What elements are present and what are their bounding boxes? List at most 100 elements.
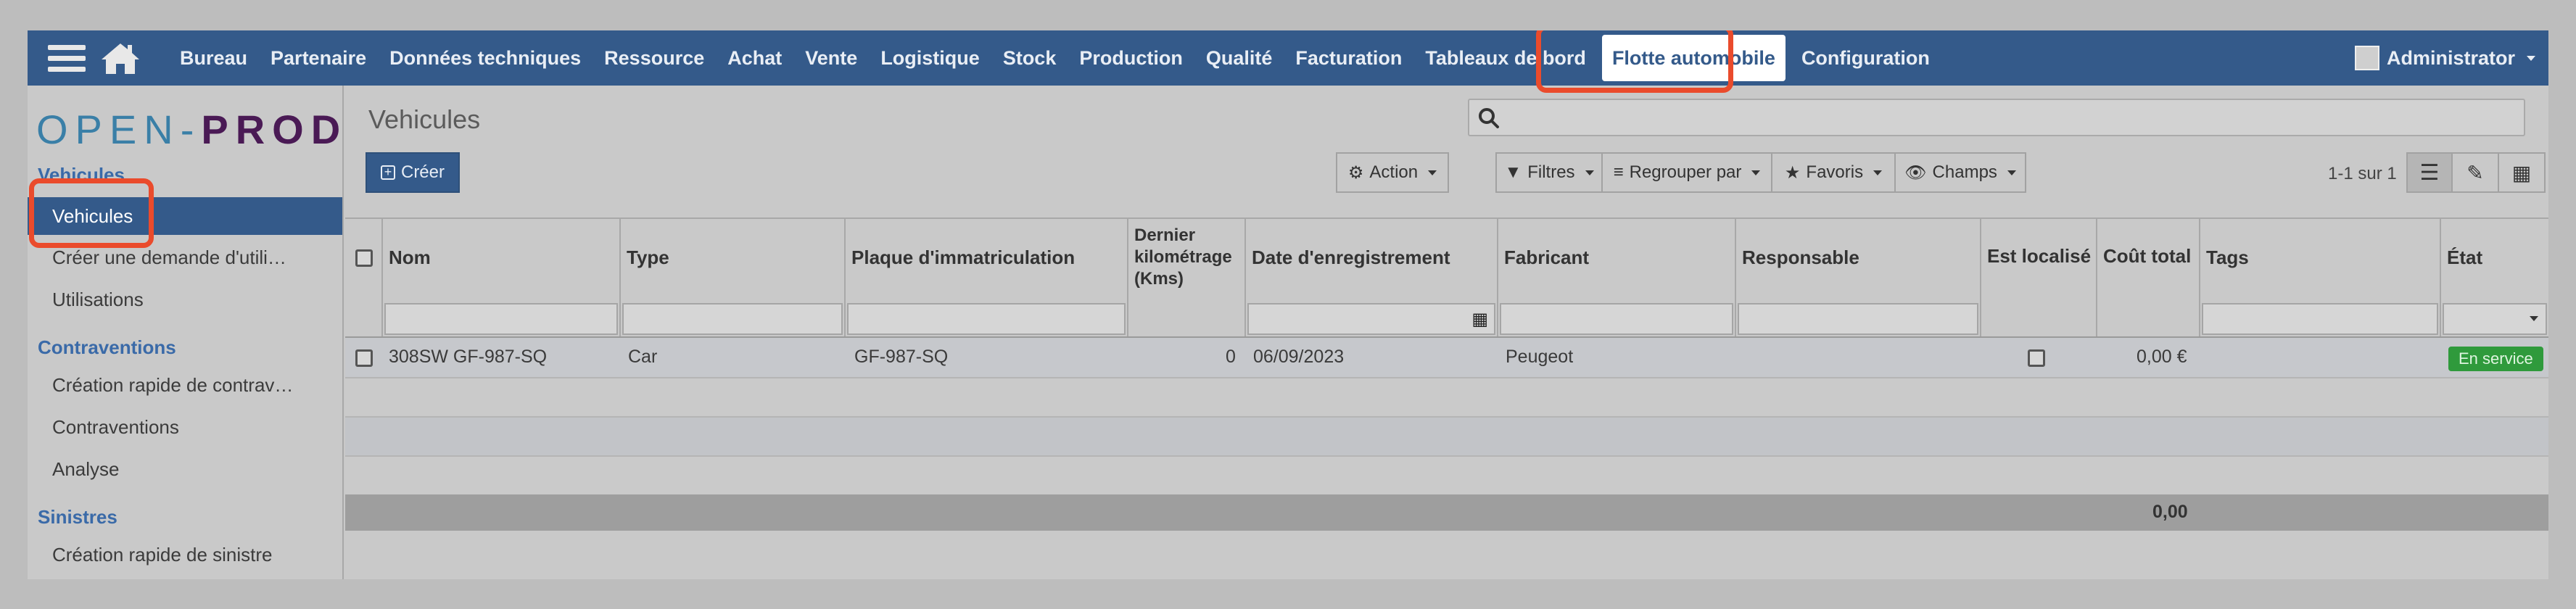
calendar-icon[interactable]: ▦ [1471, 309, 1488, 330]
column-header-date[interactable]: Date d'enregistrement [1246, 218, 1497, 297]
sidebar-item-creation-rapide-sinistre[interactable]: Création rapide de sinistre [52, 544, 273, 566]
column-header-responsable[interactable]: Responsable [1736, 218, 1980, 297]
menu-facturation[interactable]: Facturation [1284, 30, 1413, 86]
list-view-icon: ☰ [2419, 160, 2440, 185]
empty-row [345, 377, 2548, 416]
fields-button[interactable]: 👁 Champs [1894, 152, 2026, 193]
empty-row [345, 455, 2548, 494]
filters-button[interactable]: ▼ Filtres [1495, 152, 1603, 193]
sidebar-item-analyse[interactable]: Analyse [52, 458, 120, 481]
chevron-down-icon [1751, 170, 1761, 175]
column-header-tags[interactable]: Tags [2200, 218, 2440, 297]
filter-fabricant[interactable] [1500, 303, 1733, 335]
menu-donnees-techniques[interactable]: Données techniques [378, 30, 593, 86]
table-footer: 0,00 [345, 494, 2548, 531]
search-input[interactable] [1468, 99, 2525, 136]
cell-nom: 308SW GF-987-SQ [389, 347, 548, 367]
filter-icon: ▼ [1504, 162, 1522, 182]
avatar [2354, 46, 2379, 70]
chevron-down-icon [1585, 170, 1594, 175]
filter-responsable[interactable] [1738, 303, 1978, 335]
column-header-cout-total[interactable]: Coût total [2097, 218, 2199, 268]
gear-icon: ⚙ [1347, 162, 1364, 183]
list-view-button[interactable]: ☰ [2406, 152, 2453, 193]
group-by-button[interactable]: ≡ Regrouper par [1601, 152, 1772, 193]
cell-cout-total: 0,00 € [2137, 347, 2187, 367]
cell-plaque: GF-987-SQ [854, 347, 949, 367]
sidebar-item-creation-rapide-contravention[interactable]: Création rapide de contrav… [52, 374, 293, 397]
sidebar-section-sinistres[interactable]: Sinistres [38, 506, 117, 529]
action-button[interactable]: ⚙ Action [1336, 152, 1449, 193]
chevron-down-icon [2527, 55, 2535, 61]
sidebar-item-utilisations[interactable]: Utilisations [52, 289, 144, 311]
menu-vente[interactable]: Vente [793, 30, 869, 86]
menu-qualite[interactable]: Qualité [1194, 30, 1284, 86]
column-header-est-localise[interactable]: Est localisé [1981, 218, 2096, 268]
select-all-checkbox[interactable] [355, 249, 373, 267]
filter-nom[interactable] [384, 303, 618, 335]
main-menu: Bureau Partenaire Données techniques Res… [168, 30, 1941, 86]
sidebar-item-vehicules[interactable]: Vehicules [28, 197, 342, 235]
eye-icon: 👁 [1904, 162, 1927, 183]
menu-flotte-automobile[interactable]: Flotte automobile [1601, 35, 1786, 81]
grid-icon: ▦ [2511, 161, 2532, 184]
cell-type: Car [628, 347, 658, 367]
column-header-nom[interactable]: Nom [383, 218, 619, 297]
app-window: Bureau Partenaire Données techniques Res… [28, 30, 2548, 579]
filter-plaque[interactable] [847, 303, 1126, 335]
filter-tags[interactable] [2202, 303, 2438, 335]
top-navbar: Bureau Partenaire Données techniques Res… [28, 30, 2548, 86]
empty-row [345, 416, 2548, 455]
column-header-etat[interactable]: État [2441, 218, 2548, 297]
chevron-down-icon [2530, 316, 2538, 321]
create-button[interactable]: + Créer [366, 152, 460, 193]
form-view-button[interactable]: ✎ [2451, 152, 2499, 193]
filter-etat-select[interactable] [2443, 303, 2547, 335]
menu-partenaire[interactable]: Partenaire [259, 30, 378, 86]
table-spacer [345, 531, 2548, 574]
menu-ressource[interactable]: Ressource [593, 30, 716, 86]
home-icon[interactable] [100, 41, 141, 75]
menu-logistique[interactable]: Logistique [869, 30, 991, 86]
menu-stock[interactable]: Stock [991, 30, 1068, 86]
main-content: Vehicules + Créer ⚙ Action ▼ Filtres ≡ R… [345, 86, 2548, 579]
menu-achat[interactable]: Achat [716, 30, 793, 86]
menu-configuration[interactable]: Configuration [1790, 30, 1941, 86]
filter-date[interactable]: ▦ [1247, 303, 1495, 335]
chevron-down-icon [1873, 170, 1883, 175]
cell-fabricant: Peugeot [1506, 347, 1574, 367]
star-icon: ★ [1784, 162, 1801, 183]
app-logo: OPEN-PROD [36, 107, 348, 152]
sidebar: OPEN-PROD Vehicules Vehicules Créer une … [28, 86, 344, 579]
user-name: Administrator [2386, 46, 2515, 69]
menu-production[interactable]: Production [1068, 30, 1194, 86]
status-badge: En service [2448, 347, 2543, 371]
column-header-kilometrage[interactable]: Dernier kilométrage (Kms) [1128, 218, 1244, 297]
hamburger-icon[interactable] [48, 44, 86, 72]
menu-tableaux-de-bord[interactable]: Tableaux de bord [1413, 30, 1598, 86]
column-header-type[interactable]: Type [621, 218, 844, 297]
chevron-down-icon [1428, 170, 1437, 175]
sidebar-section-contraventions[interactable]: Contraventions [38, 336, 176, 359]
footer-total-cout: 0,00 [2152, 502, 2188, 522]
list-icon: ≡ [1613, 162, 1624, 182]
page-title: Vehicules [368, 104, 481, 134]
edit-icon: ✎ [2466, 161, 2484, 184]
favorites-button[interactable]: ★ Favoris [1771, 152, 1896, 193]
chevron-down-icon [2007, 170, 2016, 175]
filter-type[interactable] [622, 303, 843, 335]
sidebar-item-contraventions[interactable]: Contraventions [52, 416, 179, 439]
column-header-plaque[interactable]: Plaque d'immatriculation [846, 218, 1127, 297]
menu-bureau[interactable]: Bureau [168, 30, 259, 86]
table-row[interactable]: 308SW GF-987-SQ Car GF-987-SQ 0 06/09/20… [345, 338, 2548, 377]
pager: 1-1 sur 1 [2328, 164, 2397, 183]
sidebar-section-vehicules[interactable]: Vehicules [38, 164, 125, 186]
sidebar-item-creer-demande[interactable]: Créer une demande d'utili… [52, 246, 286, 269]
user-menu[interactable]: Administrator [2354, 30, 2535, 86]
column-header-fabricant[interactable]: Fabricant [1498, 218, 1735, 297]
cell-est-localise-checkbox [2028, 349, 2045, 367]
row-checkbox[interactable] [355, 349, 373, 367]
search-icon [1479, 108, 1499, 128]
cell-date: 06/09/2023 [1253, 347, 1345, 367]
kanban-view-button[interactable]: ▦ [2498, 152, 2546, 193]
